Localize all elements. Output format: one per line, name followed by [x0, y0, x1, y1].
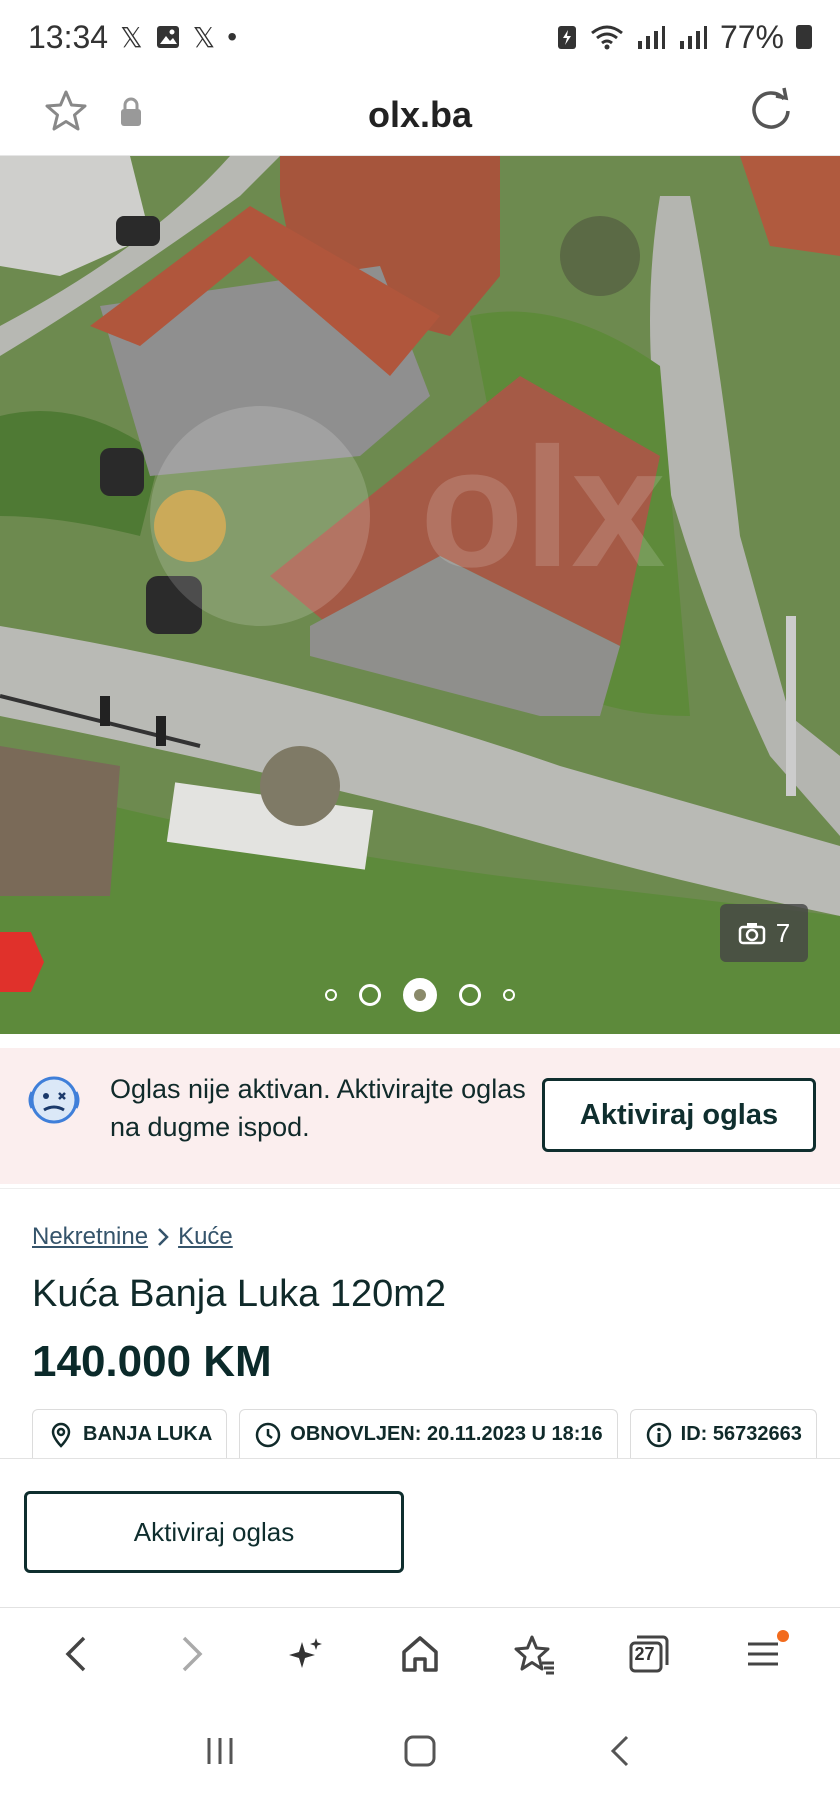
back-nav-button[interactable] — [590, 1721, 650, 1781]
status-left: 13:34 𝕏 𝕏 • — [28, 19, 237, 56]
forward-icon — [183, 1636, 203, 1672]
breadcrumb: Nekretnine Kuće — [32, 1223, 233, 1251]
wifi-icon — [591, 25, 623, 50]
home-nav-button[interactable] — [390, 1721, 450, 1781]
clock-icon — [256, 1422, 281, 1447]
updated-tag: OBNOVLJEN: 20.11.2023 U 18:16 — [239, 1409, 618, 1459]
browser-toolbar: 27 — [0, 1608, 840, 1700]
reload-icon[interactable] — [746, 86, 796, 136]
chevron-right-icon — [158, 1228, 169, 1246]
location-pin-icon — [51, 1422, 71, 1448]
photo-count-badge[interactable]: 7 — [720, 904, 808, 962]
sad-face-icon — [28, 1076, 80, 1124]
updated-text: OBNOVLJEN: 20.11.2023 U 18:16 — [290, 1423, 603, 1445]
location-text: BANJA LUKA — [83, 1423, 213, 1445]
back-icon — [65, 1636, 86, 1672]
status-bar: 13:34 𝕏 𝕏 • 77% — [0, 0, 840, 74]
signal-icon — [637, 26, 665, 49]
menu-icon — [747, 1642, 778, 1666]
gallery-dot-active[interactable] — [403, 978, 437, 1012]
listing-price: 140.000 KM — [32, 1337, 272, 1386]
home-square-icon — [404, 1735, 436, 1766]
info-icon — [646, 1422, 671, 1447]
back-button[interactable] — [47, 1624, 107, 1684]
dot-icon: • — [227, 21, 238, 52]
location-tag: BANJA LUKA — [32, 1409, 228, 1459]
tabs-count: 27 — [634, 1644, 655, 1664]
menu-button[interactable] — [733, 1624, 793, 1684]
listing-title: Kuća Banja Luka 120m2 — [32, 1273, 447, 1315]
activate-listing-button-bottom[interactable]: Aktiviraj oglas — [24, 1491, 404, 1573]
home-button[interactable] — [390, 1624, 450, 1684]
x-icon: 𝕏 — [120, 21, 143, 53]
breadcrumb-item-nekretnine[interactable]: Nekretnine — [32, 1223, 148, 1251]
notification-dot — [776, 1630, 789, 1642]
gallery-dot[interactable] — [325, 989, 337, 1001]
battery-saver-icon — [557, 26, 576, 49]
id-text: ID: 56732663 — [680, 1423, 802, 1445]
home-icon — [402, 1636, 438, 1672]
inactive-notice: Oglas nije aktivan. Aktivirajte oglas na… — [0, 1048, 840, 1184]
x-icon: 𝕏 — [192, 21, 216, 53]
bookmark-star-icon[interactable] — [42, 88, 90, 136]
battery-icon — [796, 25, 812, 49]
gallery-dot[interactable] — [459, 984, 481, 1006]
bookmarks-button[interactable] — [504, 1624, 564, 1684]
forward-button[interactable] — [161, 1624, 221, 1684]
id-tag: ID: 56732663 — [629, 1409, 817, 1459]
back-nav-icon — [610, 1735, 629, 1766]
activate-listing-button[interactable]: Aktiviraj oglas — [542, 1078, 816, 1152]
recents-button[interactable] — [190, 1721, 250, 1781]
listing-details: Nekretnine Kuće Kuća Banja Luka 120m2 14… — [0, 1188, 840, 1459]
breadcrumb-item-kuce[interactable]: Kuće — [178, 1223, 233, 1251]
action-bar: Aktiviraj oglas — [0, 1458, 840, 1608]
photo-count: 7 — [775, 917, 791, 948]
camera-icon — [738, 923, 766, 945]
ai-button[interactable] — [276, 1624, 336, 1684]
listing-photo[interactable]: olx 7 — [0, 156, 840, 1034]
gallery-dots — [0, 978, 840, 1012]
recents-icon — [207, 1737, 233, 1764]
notice-text: Oglas nije aktivan. Aktivirajte oglas na… — [110, 1074, 526, 1142]
url-bar: olx.ba — [0, 74, 840, 156]
listing-tags: BANJA LUKA OBNOVLJEN: 20.11.2023 U 18:16… — [32, 1409, 817, 1459]
house-aerial-photo: olx — [0, 156, 840, 1034]
battery-percent: 77% — [719, 18, 784, 55]
bookmarks-icon — [514, 1635, 555, 1675]
gallery-dot[interactable] — [359, 984, 381, 1006]
status-time: 13:34 — [28, 18, 109, 55]
system-nav — [0, 1700, 840, 1801]
tabs-button[interactable]: 27 — [619, 1624, 679, 1684]
lock-icon[interactable] — [118, 96, 144, 128]
status-right: 77% — [556, 19, 812, 56]
signal-icon — [679, 26, 707, 49]
sparkle-icon — [288, 1638, 322, 1668]
image-icon — [156, 26, 179, 48]
gallery-dot[interactable] — [503, 989, 515, 1001]
olx-watermark: olx — [420, 413, 666, 603]
